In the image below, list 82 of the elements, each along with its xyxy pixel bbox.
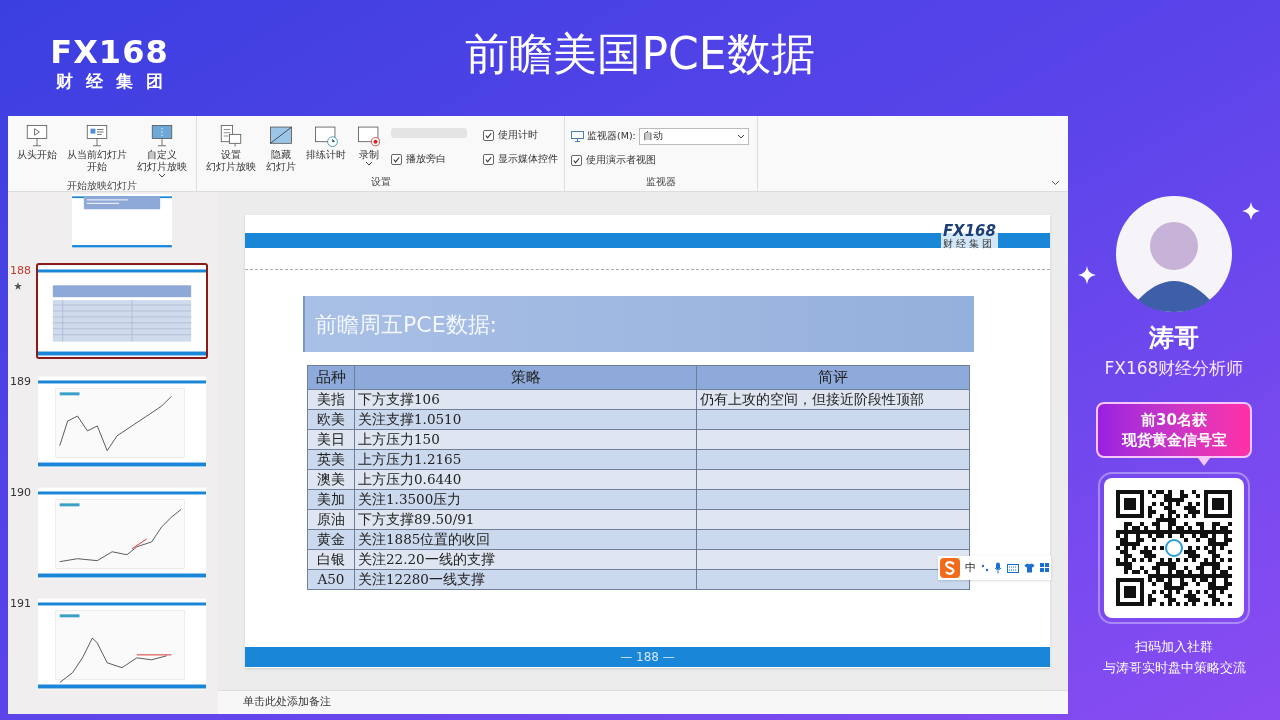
table-cell: 上方压力150 — [354, 429, 697, 449]
grid-icon[interactable] — [1040, 563, 1049, 573]
table-cell: 白银 — [307, 549, 355, 569]
monitor-icon — [571, 131, 584, 142]
group-label: 监视器 — [644, 174, 677, 189]
table-cell: 仍有上攻的空间，但接近阶段性顶部 — [696, 389, 970, 409]
table-cell: 欧美 — [307, 409, 355, 429]
punctuation-icon[interactable] — [981, 563, 989, 573]
presentation-screen-icon — [149, 123, 175, 149]
presentation-screen-icon — [84, 123, 110, 149]
ribbon-button[interactable]: 从头开始 — [14, 120, 60, 161]
slide-setup-icon — [218, 123, 244, 149]
ribbon-button[interactable]: 设置 幻灯片放映 — [203, 120, 259, 173]
table-cell: A50 — [307, 569, 355, 589]
group-label: 开始放映幻灯片 — [66, 179, 138, 193]
slide-thumbnail[interactable] — [36, 596, 208, 692]
checkbox[interactable] — [571, 154, 582, 166]
collapse-ribbon-icon[interactable] — [1051, 180, 1060, 186]
column-header: 品种 — [307, 365, 355, 389]
record-icon — [356, 123, 382, 149]
presentation-screen-icon — [24, 123, 50, 149]
slide-logo: FX168 财经集团 — [940, 224, 998, 249]
page-title: 前瞻美国PCE数据 — [465, 32, 815, 76]
page-number: — 188 — — [620, 649, 675, 666]
host-name: 涛哥 — [1149, 322, 1199, 354]
table-cell: 上方压力1.2165 — [354, 449, 697, 469]
keyboard-icon[interactable] — [1007, 563, 1019, 573]
caret-icon — [736, 133, 745, 140]
table-cell: 英美 — [307, 449, 355, 469]
slide-number: 191 — [10, 596, 31, 612]
table-cell: 澳美 — [307, 469, 355, 489]
promo-text: 前30名获 — [1141, 410, 1207, 430]
ime-logo-icon[interactable] — [940, 558, 960, 578]
table-cell: 关注22.20一线的支撑 — [354, 549, 697, 569]
qr-caption: 扫码加入社群 — [1135, 638, 1213, 656]
slide-number: 190 — [10, 485, 31, 501]
table-cell: 下方支撑89.50/91 — [354, 509, 697, 529]
ribbon-button[interactable]: 从当前幻灯片 开始 — [64, 120, 130, 173]
table-cell: 美指 — [307, 389, 355, 409]
slide-number: 189 — [10, 374, 31, 390]
slide-title: 前瞻周五PCE数据: — [315, 310, 497, 339]
qr-caption: 与涛哥实时盘中策略交流 — [1102, 659, 1246, 677]
checkbox[interactable] — [483, 153, 494, 165]
table-cell: 关注12280一线支撑 — [354, 569, 697, 589]
host-title: FX168财经分析师 — [1104, 357, 1244, 379]
shirt-icon[interactable] — [1024, 563, 1035, 573]
table-cell: 上方压力0.6440 — [354, 469, 697, 489]
sparkle-icon — [1242, 202, 1260, 220]
checkbox-label: 使用演示者视图 — [586, 153, 656, 167]
ribbon-button[interactable]: 自定义 幻灯片放映 — [134, 120, 190, 179]
table-cell: 美加 — [307, 489, 355, 509]
sparkle-icon — [1078, 266, 1096, 284]
table-cell: 下方支撑106 — [354, 389, 697, 409]
checkbox-label: 显示媒体控件 — [498, 152, 558, 167]
slide-number: 188 — [10, 263, 31, 279]
column-header: 策略 — [354, 365, 697, 389]
table-cell: 关注1885位置的收回 — [354, 529, 697, 549]
checkbox[interactable] — [391, 153, 402, 165]
monitor-label: 监视器(M): — [587, 129, 636, 144]
promo-text: 现货黄金信号宝 — [1121, 430, 1227, 450]
notes-pane[interactable]: 单击此处添加备注 — [218, 690, 1068, 714]
ribbon-button[interactable]: 排练计时 — [303, 120, 349, 161]
column-header: 简评 — [696, 365, 970, 389]
slide-thumbnail[interactable] — [36, 263, 208, 359]
table-cell: 关注1.3500压力 — [354, 489, 697, 509]
brand-logo: FX168 财经集团 — [49, 36, 176, 90]
table-cell: 原油 — [307, 509, 355, 529]
table-cell: 关注支撑1.0510 — [354, 409, 697, 429]
ribbon-button[interactable]: 隐藏 幻灯片 — [263, 120, 299, 173]
ime-mode[interactable]: 中 — [965, 559, 976, 577]
checkbox-label: 播放旁白 — [406, 152, 446, 167]
ribbon-button[interactable]: 录制 — [353, 120, 385, 167]
timer-icon — [313, 123, 339, 149]
group-label: 设置 — [369, 174, 392, 189]
table-cell: 黄金 — [307, 529, 355, 549]
table-cell: 美日 — [307, 429, 355, 449]
checkbox[interactable] — [483, 129, 494, 141]
microphone-icon[interactable] — [994, 562, 1002, 574]
checkbox-label: 使用计时 — [498, 128, 538, 142]
monitor-select[interactable]: 自动 — [638, 128, 749, 145]
slide-thumbnail[interactable] — [36, 374, 208, 470]
slide-thumbnail[interactable] — [36, 485, 208, 581]
